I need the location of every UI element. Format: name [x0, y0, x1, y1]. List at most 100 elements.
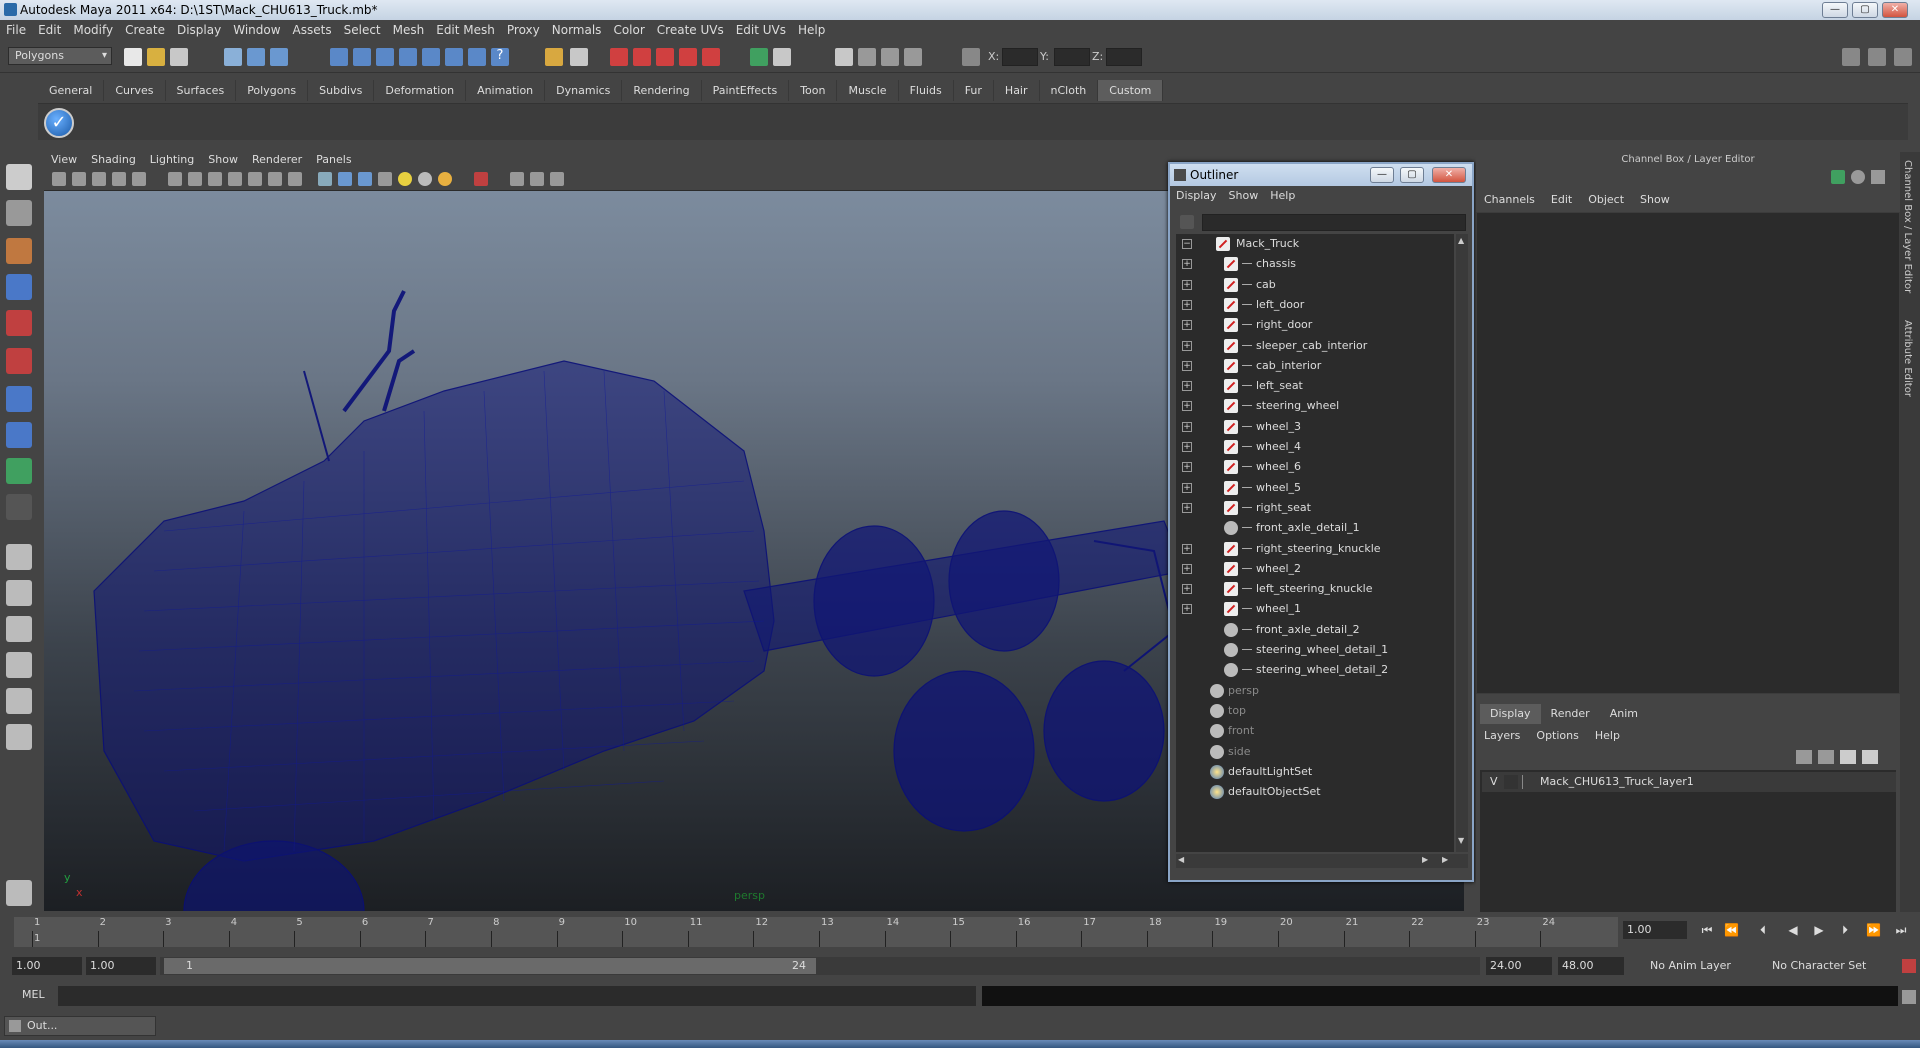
- snap-curve-icon[interactable]: [353, 48, 371, 66]
- animation-end-field[interactable]: 48.00: [1558, 957, 1624, 975]
- channel-box-precision-icon[interactable]: [1871, 170, 1885, 184]
- outliner-item[interactable]: + sleeper_cab_interior: [1176, 336, 1454, 356]
- outliner-item[interactable]: top: [1176, 701, 1454, 721]
- single-perspective-layout-icon[interactable]: [6, 544, 32, 570]
- show-attribute-editor-icon[interactable]: [835, 48, 853, 66]
- all-lights-icon[interactable]: [418, 172, 432, 186]
- show-manipulator-icon[interactable]: [6, 458, 32, 484]
- shelf-tab-fur[interactable]: Fur: [954, 80, 994, 101]
- script-editor-icon[interactable]: [1902, 990, 1916, 1004]
- expand-toggle-icon[interactable]: +: [1182, 502, 1192, 513]
- menu-window[interactable]: Window: [233, 23, 280, 37]
- outliner-maximize-button[interactable]: ▢: [1400, 167, 1424, 183]
- new-layer-icon[interactable]: [1840, 750, 1856, 764]
- shadows-icon[interactable]: [438, 172, 452, 186]
- mel-label[interactable]: MEL: [22, 988, 45, 1001]
- hud-icon[interactable]: [550, 172, 564, 186]
- outliner-titlebar[interactable]: Outliner — ▢ ✕: [1170, 164, 1472, 186]
- ipr-render-icon[interactable]: [633, 48, 651, 66]
- outliner-filter-field[interactable]: [1202, 214, 1466, 231]
- save-scene-icon[interactable]: [170, 48, 188, 66]
- camera-attributes-icon[interactable]: [72, 172, 86, 186]
- outliner-item[interactable]: steering_wheel_detail_2: [1176, 660, 1454, 680]
- xray-joints-icon[interactable]: [530, 172, 544, 186]
- go-to-start-icon[interactable]: ⏮: [1700, 923, 1714, 937]
- outliner-item[interactable]: front_axle_detail_2: [1176, 620, 1454, 640]
- outliner-menu-display[interactable]: Display: [1176, 189, 1217, 202]
- hypershade-icon[interactable]: [679, 48, 697, 66]
- menu-display[interactable]: Display: [177, 23, 221, 37]
- menuset-dropdown[interactable]: Polygons: [8, 47, 112, 65]
- step-forward-key-icon[interactable]: ⏩: [1866, 923, 1881, 937]
- select-camera-icon[interactable]: [52, 172, 66, 186]
- resolution-gate-icon[interactable]: [208, 172, 222, 186]
- layer-visibility-toggle[interactable]: V: [1490, 772, 1498, 792]
- viewport-menu-shading[interactable]: Shading: [91, 153, 136, 166]
- render-view-icon[interactable]: [702, 48, 720, 66]
- shelf-tab-hair[interactable]: Hair: [994, 80, 1040, 101]
- menu-assets[interactable]: Assets: [293, 23, 332, 37]
- step-forward-frame-icon[interactable]: ⏵: [1838, 923, 1852, 937]
- menu-edit-uvs[interactable]: Edit UVs: [736, 23, 786, 37]
- outliner-item[interactable]: + cab_interior: [1176, 356, 1454, 376]
- outliner-item[interactable]: + right_steering_knuckle: [1176, 539, 1454, 559]
- play-backwards-icon[interactable]: ◀: [1786, 923, 1800, 937]
- outliner-close-button[interactable]: ✕: [1432, 167, 1466, 183]
- layer-row[interactable]: V Mack_CHU613_Truck_layer1: [1482, 772, 1896, 792]
- show-tool-settings-icon[interactable]: [858, 48, 876, 66]
- animation-start-field[interactable]: 1.00: [12, 957, 82, 975]
- outliner-item[interactable]: side: [1176, 742, 1454, 762]
- step-back-key-icon[interactable]: ⏪: [1724, 923, 1739, 937]
- outliner-item[interactable]: front: [1176, 721, 1454, 741]
- rotate-tool-icon[interactable]: [6, 310, 32, 336]
- channel-toggle-icon[interactable]: [773, 48, 791, 66]
- menu-edit-mesh[interactable]: Edit Mesh: [436, 23, 495, 37]
- outliner-menu-help[interactable]: Help: [1270, 189, 1295, 202]
- step-back-frame-icon[interactable]: ⏴: [1756, 923, 1770, 937]
- shelf-tab-deformation[interactable]: Deformation: [374, 80, 467, 101]
- side-tab-attribute-editor[interactable]: Attribute Editor: [1902, 320, 1913, 397]
- viewport-menu-show[interactable]: Show: [208, 153, 238, 166]
- shelf-tab-general[interactable]: General: [38, 80, 105, 101]
- outliner-item[interactable]: steering_wheel_detail_1: [1176, 640, 1454, 660]
- y-field[interactable]: [1054, 48, 1090, 66]
- shelf-tab-ncloth[interactable]: nCloth: [1040, 80, 1099, 101]
- filter-icon[interactable]: [1180, 215, 1194, 229]
- grid-icon[interactable]: [168, 172, 182, 186]
- shelf-tab-custom[interactable]: Custom: [1098, 80, 1164, 101]
- scroll-up-icon[interactable]: ▲: [1458, 236, 1464, 245]
- outliner-item[interactable]: + wheel_4: [1176, 437, 1454, 457]
- expand-toggle-icon[interactable]: +: [1182, 543, 1192, 554]
- shelf-tab-fluids[interactable]: Fluids: [899, 80, 954, 101]
- maximize-button[interactable]: ▢: [1852, 2, 1878, 18]
- scale-tool-icon[interactable]: [6, 348, 32, 374]
- quick-layout-icon[interactable]: [6, 880, 32, 906]
- show-layer-editor-icon[interactable]: [904, 48, 922, 66]
- toggle-channelbox-icon[interactable]: [1894, 48, 1912, 66]
- snap-point-icon[interactable]: [376, 48, 394, 66]
- close-button[interactable]: ✕: [1882, 2, 1908, 18]
- gate-mask-icon[interactable]: [228, 172, 242, 186]
- menu-edit[interactable]: Edit: [38, 23, 61, 37]
- layer-menu-help[interactable]: Help: [1595, 729, 1620, 742]
- show-channel-box-icon[interactable]: [881, 48, 899, 66]
- range-bar[interactable]: 1 24: [160, 957, 1480, 975]
- outliner-item[interactable]: + right_door: [1176, 315, 1454, 335]
- menu-mesh[interactable]: Mesh: [393, 23, 425, 37]
- toggle-panel-icon[interactable]: [1868, 48, 1886, 66]
- expand-toggle-icon[interactable]: +: [1182, 482, 1192, 493]
- textured-icon[interactable]: [378, 172, 392, 186]
- snap-view-plane-icon[interactable]: [399, 48, 417, 66]
- channel-menu-show[interactable]: Show: [1640, 193, 1670, 206]
- layout-icon[interactable]: [1842, 48, 1860, 66]
- help-question-icon[interactable]: ?: [491, 48, 509, 66]
- outliner-item[interactable]: + wheel_1: [1176, 599, 1454, 619]
- persp-graph-layout-icon[interactable]: [6, 652, 32, 678]
- render-settings-icon[interactable]: [656, 48, 674, 66]
- outliner-item[interactable]: + left_seat: [1176, 376, 1454, 396]
- menu-help[interactable]: Help: [798, 23, 825, 37]
- shelf-tab-curves[interactable]: Curves: [104, 80, 166, 101]
- outliner-menu-show[interactable]: Show: [1229, 189, 1259, 202]
- outliner-item[interactable]: persp: [1176, 681, 1454, 701]
- layer-menu-options[interactable]: Options: [1536, 729, 1578, 742]
